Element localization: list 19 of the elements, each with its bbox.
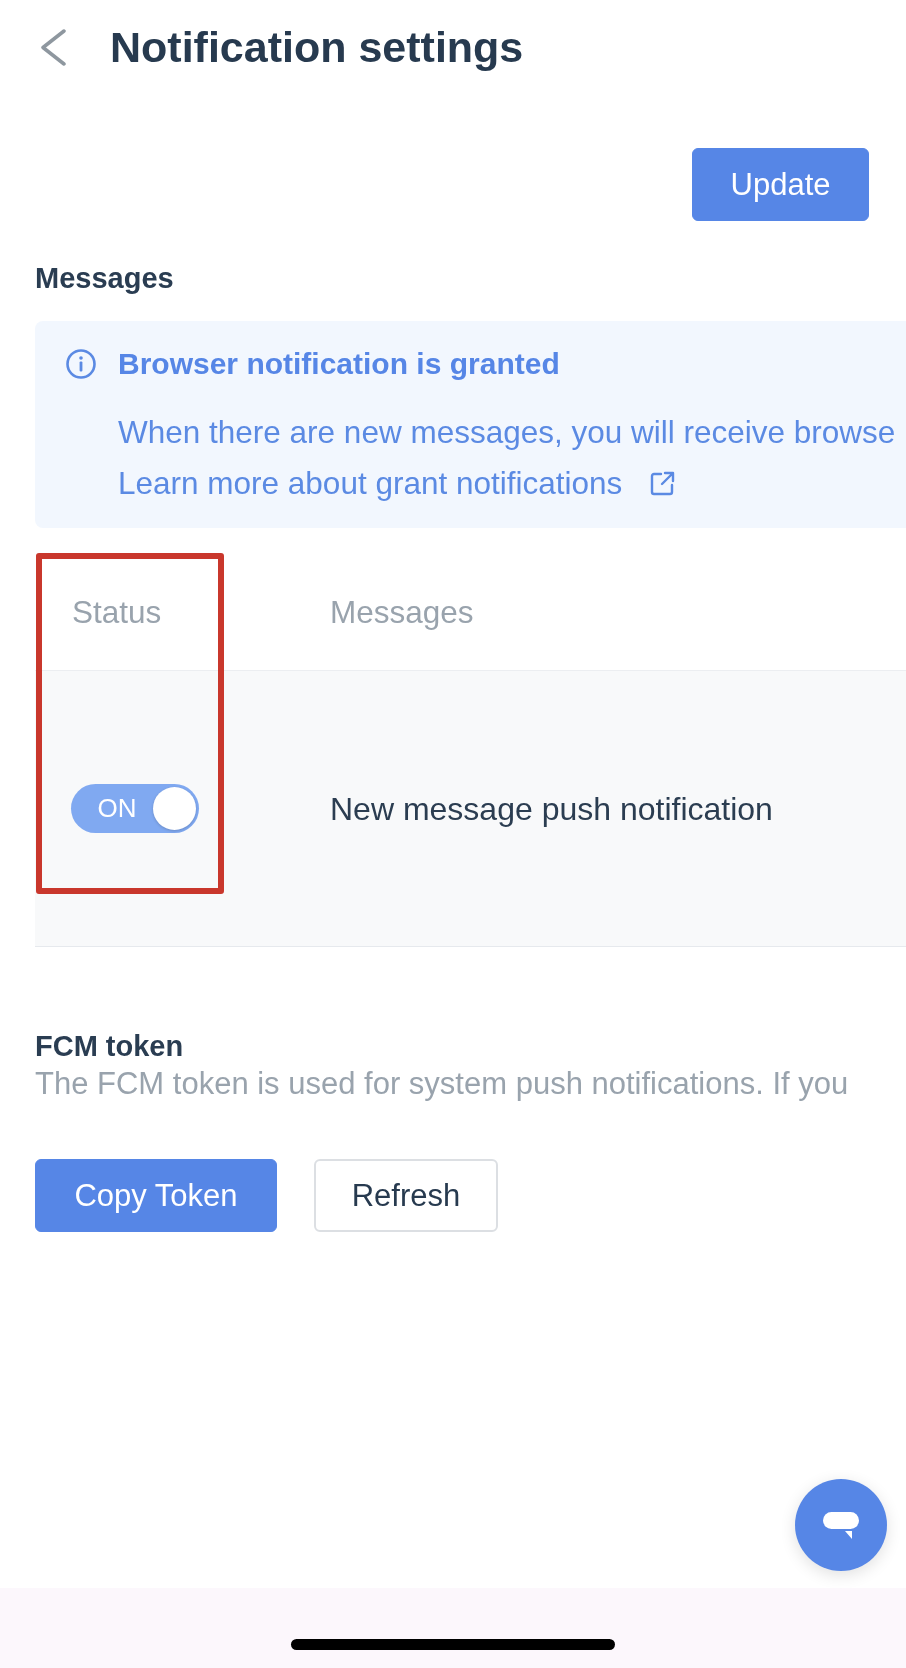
chat-bubble-icon: [823, 1511, 859, 1539]
section-title: Messages: [35, 261, 175, 296]
column-header: Status: [72, 592, 162, 632]
notice-title: Browser notification is granted: [118, 346, 561, 382]
external-link-icon: [650, 471, 676, 496]
message-label: New message push notification: [330, 789, 773, 829]
column-header: Messages: [330, 592, 474, 632]
section-title: FCM token: [35, 1029, 185, 1064]
back-button[interactable]: [38, 28, 68, 66]
page-title: Notification settings: [110, 22, 524, 73]
info-icon: [66, 349, 96, 379]
description-text: The FCM token is used for system push notifications. If you: [35, 1065, 850, 1103]
copy-button[interactable]: Copy Token: [35, 1159, 277, 1232]
notice-text: When there are new messages, you will receive browse: [118, 413, 897, 452]
toggle-switch[interactable]: ON: [71, 784, 199, 833]
refresh-button[interactable]: Refresh: [314, 1159, 498, 1232]
update-button[interactable]: Update: [692, 148, 869, 221]
chevron-left-icon: [38, 28, 68, 66]
learn-more-link[interactable]: Learn more about grant notifications: [118, 458, 676, 509]
